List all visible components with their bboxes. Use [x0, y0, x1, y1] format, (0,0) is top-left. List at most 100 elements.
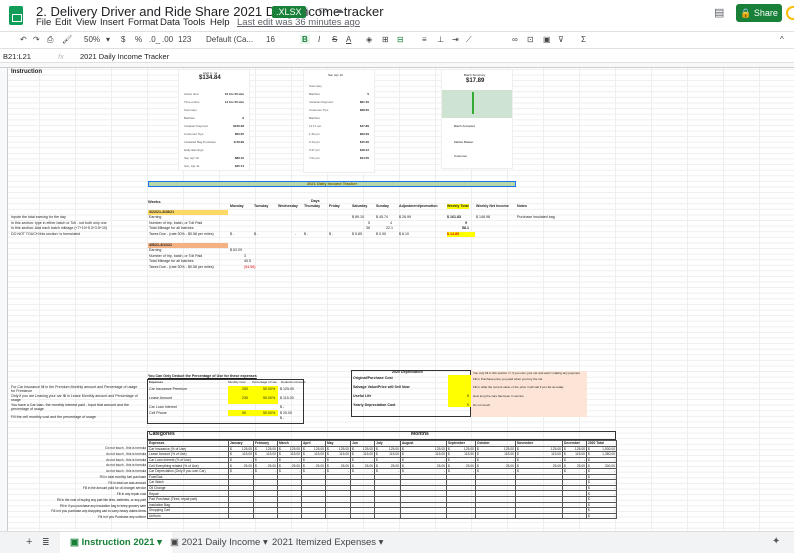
currency-format-button[interactable]: $ — [121, 35, 125, 44]
comment-icon[interactable]: ⊡ — [527, 35, 534, 44]
menu-tools[interactable]: Tools — [183, 17, 205, 28]
more-formats-button[interactable]: 123 — [178, 35, 191, 44]
month-cell[interactable] — [350, 512, 375, 520]
add-sheet-icon[interactable]: + — [26, 536, 32, 548]
month-cell[interactable] — [228, 512, 254, 520]
currency-symbol: $ — [255, 452, 257, 457]
text-wrap-icon[interactable]: ⇥ — [452, 35, 459, 44]
vertical-align-icon[interactable]: ⊥ — [437, 35, 444, 44]
print-icon[interactable]: ⎙ — [47, 35, 53, 45]
depreciation-label: Useful Life — [353, 394, 372, 398]
week1-mileage-sat: 36 — [366, 226, 370, 231]
strikethrough-button[interactable]: S — [332, 35, 337, 44]
month-value: - — [559, 469, 561, 474]
menu-insert[interactable]: Insert — [100, 17, 124, 28]
month-cell[interactable] — [446, 512, 476, 520]
menu-data[interactable]: Data — [160, 17, 180, 28]
decrease-decimal-button[interactable]: .0_ — [149, 35, 160, 44]
month-cell[interactable] — [400, 512, 447, 520]
menu-file[interactable]: File — [36, 17, 51, 28]
currency-symbol: $ — [327, 452, 329, 457]
month-value: - — [250, 458, 252, 463]
currency-symbol: $ — [376, 452, 378, 457]
merge-cells-icon[interactable]: ⊟ — [397, 35, 404, 44]
functions-icon[interactable]: Σ — [581, 35, 586, 44]
undo-icon[interactable]: ↶ — [20, 35, 27, 44]
screenshot-row-label: 1:40 pm — [309, 132, 320, 136]
text-rotate-icon[interactable]: ⟋ — [466, 35, 472, 45]
font-size-select[interactable]: 16 — [266, 35, 275, 44]
column-headers[interactable] — [0, 63, 794, 68]
income-tracker-banner[interactable]: 2021 Daily Income Tracker — [148, 181, 516, 187]
month-cell[interactable] — [475, 512, 516, 520]
stop-label: Customer — [454, 154, 468, 158]
menu-view[interactable]: View — [76, 17, 96, 28]
chart-icon[interactable]: ▣ — [543, 35, 551, 44]
sheets-logo-icon[interactable] — [9, 6, 23, 25]
month-value: 25.00 — [390, 463, 399, 468]
zoom-select[interactable]: 50% — [84, 35, 100, 44]
percent-format-button[interactable]: % — [135, 35, 142, 44]
name-box[interactable]: B21:L21 — [3, 52, 31, 61]
link-icon[interactable]: ∞ — [512, 35, 518, 44]
menu-help[interactable]: Help — [210, 17, 230, 28]
category-name: Uniform — [147, 512, 229, 520]
menu-format[interactable]: Format — [128, 17, 158, 28]
tab-2021-daily-income[interactable]: ▣ 2021 Daily Income ▾ — [160, 532, 278, 554]
total-value: 1,380.00 — [602, 452, 615, 457]
currency-symbol: $ — [588, 480, 590, 485]
avatar[interactable] — [786, 6, 794, 20]
month-cell[interactable] — [374, 512, 401, 520]
borders-icon[interactable]: ⊞ — [382, 35, 389, 44]
all-sheets-icon[interactable]: ≣ — [42, 537, 50, 548]
weekly-column-header: Saturday — [352, 204, 368, 208]
text-color-button[interactable]: A — [346, 35, 351, 44]
depreciation-note: Do not touch — [473, 403, 491, 407]
increase-decimal-button[interactable]: .00 — [162, 35, 173, 44]
row-headers[interactable] — [0, 68, 8, 531]
sheet-grid[interactable]: Instruction April 4 - 11 $134.84 Active … — [0, 63, 794, 531]
bold-button[interactable]: B — [300, 35, 310, 44]
month-cell[interactable] — [301, 512, 326, 520]
month-value: 25.00 — [243, 463, 252, 468]
currency-symbol: $ — [376, 469, 378, 474]
menu-edit[interactable]: Edit — [55, 17, 71, 28]
align-icon[interactable]: ≡ — [422, 35, 427, 44]
move-folder-icon[interactable]: ▭ — [318, 5, 327, 16]
currency-symbol: $ — [564, 458, 566, 463]
tab-instruction-2021[interactable]: ▣ Instruction 2021 ▾ — [60, 532, 172, 554]
fill-color-icon[interactable]: ◈ — [366, 35, 372, 44]
month-value: 125.00 — [574, 446, 585, 451]
currency-symbol: $ — [588, 508, 590, 513]
redo-icon[interactable]: ↷ — [33, 35, 40, 44]
month-value: - — [583, 469, 585, 474]
collapse-toolbar-icon[interactable]: ^ — [780, 35, 784, 44]
week1-trips-sun: 4 — [390, 220, 392, 225]
week1-taxes-adj: $ 8.10 — [399, 231, 409, 236]
paint-format-icon[interactable]: 🖌 — [62, 35, 72, 44]
formula-input[interactable]: 2021 Daily Income Tracker — [80, 52, 169, 61]
filter-icon[interactable]: ⊽ — [558, 35, 564, 44]
comments-icon[interactable]: ▤ — [714, 6, 724, 19]
month-cell[interactable] — [515, 512, 563, 520]
italic-button[interactable]: I — [318, 35, 320, 44]
month-cell[interactable] — [325, 512, 351, 520]
cloud-status-icon[interactable]: ☁ — [334, 5, 344, 16]
currency-symbol: $ — [303, 452, 305, 457]
font-select[interactable]: Default (Ca... — [206, 35, 253, 44]
month-value: - — [472, 458, 474, 463]
deduction-header: Percentage of Use — [252, 380, 277, 384]
currency-symbol: $ — [255, 463, 257, 468]
tab-2021-itemized-expenses[interactable]: 2021 Itemized Expenses ▾ — [262, 532, 393, 554]
last-edit-link[interactable]: Last edit was 36 minutes ago — [237, 17, 360, 28]
categories-table: Expenses January February March April May Jun J… — [147, 440, 617, 520]
month-cell[interactable] — [562, 512, 587, 520]
share-button[interactable]: 🔒 Share — [736, 4, 782, 22]
explore-icon[interactable]: ✦ — [772, 536, 780, 547]
currency-symbol: $ — [477, 469, 479, 474]
month-cell[interactable] — [253, 512, 278, 520]
month-cell[interactable] — [277, 512, 302, 520]
currency-symbol: $ — [588, 469, 590, 474]
screenshot-row-label: Sat, Apr 10 — [184, 156, 199, 160]
screenshot-row-label: Time online — [184, 100, 200, 104]
